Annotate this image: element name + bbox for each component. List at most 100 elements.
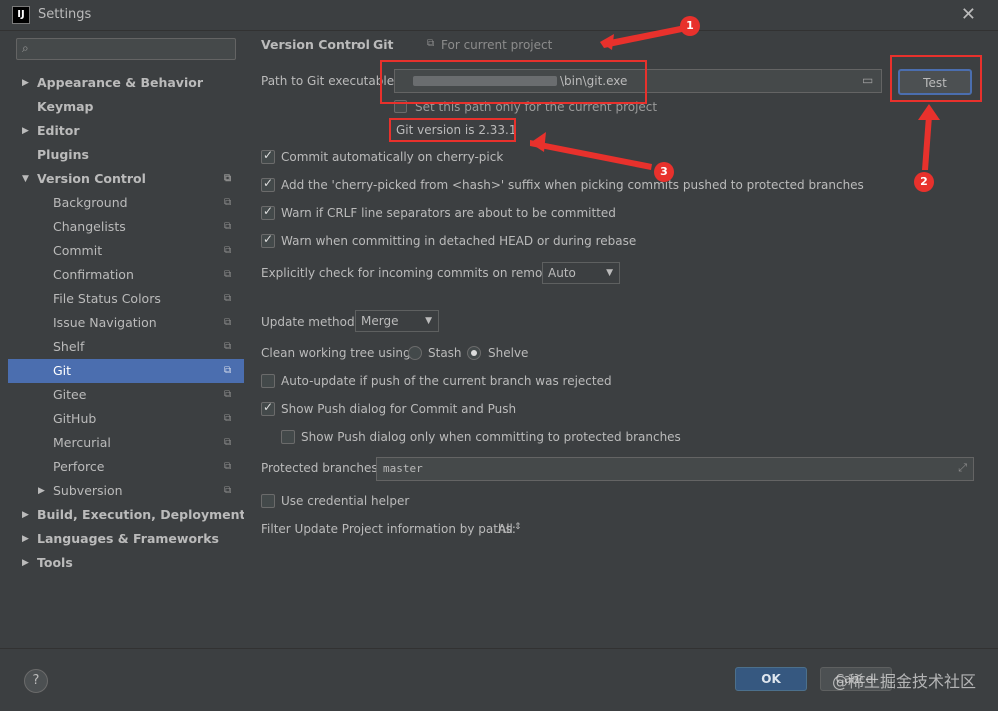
project-scope-icon: ⧉: [224, 389, 232, 400]
annotation-box-path: [380, 60, 647, 104]
sidebar-item-keymap[interactable]: Keymap: [8, 95, 244, 119]
settings-sidebar: ⌕ ▶ Appearance & Behavior Keymap ▶ Editor …: [8, 31, 245, 648]
sidebar-item-tools[interactable]: ▶ Tools: [8, 551, 244, 575]
shelve-label: Shelve: [488, 346, 529, 360]
dialog-footer: ? OK Cancel @稀土掘金技术社区: [0, 648, 998, 711]
sidebar-item-confirmation[interactable]: Confirmation ⧉: [8, 263, 244, 287]
sidebar-item-perforce[interactable]: Perforce ⧉: [8, 455, 244, 479]
auto-update-checkbox[interactable]: [261, 374, 275, 388]
add-suffix-label: Add the 'cherry-picked from <hash>' suff…: [281, 178, 864, 192]
help-button[interactable]: ?: [24, 669, 48, 693]
chevron-right-icon: ▶: [38, 486, 45, 496]
update-method-label: Update method:: [261, 315, 359, 329]
chevron-down-icon: ▼: [606, 268, 613, 278]
ok-button[interactable]: OK: [735, 667, 807, 691]
project-scope-icon: ⧉: [224, 365, 232, 376]
sidebar-item-languages[interactable]: ▶ Languages & Frameworks: [8, 527, 244, 551]
sidebar-item-subversion[interactable]: ▶ Subversion ⧉: [8, 479, 244, 503]
protected-branches-label: Protected branches:: [261, 461, 382, 475]
search-input[interactable]: ⌕: [16, 38, 236, 60]
watermark-text: @稀土掘金技术社区: [831, 672, 976, 691]
project-scope-icon: ⧉: [224, 461, 232, 472]
project-scope-icon: ⧉: [224, 221, 232, 232]
chevron-right-icon: ▶: [22, 78, 29, 88]
updown-icon: ⇕: [514, 522, 522, 532]
protected-branches-input[interactable]: master ⤢: [376, 457, 974, 481]
chevron-down-icon: ▼: [22, 174, 29, 184]
project-scope-icon: ⧉: [224, 413, 232, 424]
sidebar-item-file-status-colors[interactable]: File Status Colors ⧉: [8, 287, 244, 311]
project-scope-icon: ⧉: [224, 173, 232, 184]
commit-cherry-checkbox[interactable]: [261, 148, 275, 164]
sidebar-item-changelists[interactable]: Changelists ⧉: [8, 215, 244, 239]
update-method-select[interactable]: Merge ▼: [355, 310, 439, 332]
add-suffix-checkbox[interactable]: [261, 176, 275, 192]
git-path-label: Path to Git executable:: [261, 74, 399, 88]
annotation-badge-1: 1: [680, 16, 700, 36]
window-title: Settings: [38, 7, 92, 22]
project-scope-icon: ⧉: [224, 269, 232, 280]
commit-cherry-label: Commit automatically on cherry-pick: [281, 150, 504, 164]
stash-radio[interactable]: [408, 346, 422, 360]
filter-paths-label: Filter Update Project information by pat…: [261, 522, 516, 536]
project-scope-icon: ⧉: [224, 437, 232, 448]
filter-paths-select[interactable]: All: [498, 522, 513, 536]
sidebar-item-git[interactable]: Git ⧉: [8, 359, 244, 383]
clean-tree-label: Clean working tree using:: [261, 346, 415, 360]
sidebar-item-editor[interactable]: ▶ Editor: [8, 119, 244, 143]
folder-icon[interactable]: ▭: [862, 73, 873, 87]
sidebar-item-background[interactable]: Background ⧉: [8, 191, 244, 215]
sidebar-item-gitee[interactable]: Gitee ⧉: [8, 383, 244, 407]
sidebar-item-build[interactable]: ▶ Build, Execution, Deployment: [8, 503, 245, 527]
project-scope-icon: ⧉: [224, 485, 232, 496]
shelve-radio[interactable]: [467, 346, 481, 360]
chevron-down-icon: ▼: [425, 316, 432, 326]
auto-update-label: Auto-update if push of the current branc…: [281, 374, 612, 388]
breadcrumb-parent[interactable]: Version Control: [261, 37, 370, 52]
sidebar-item-appearance[interactable]: ▶ Appearance & Behavior: [8, 71, 244, 95]
search-icon: ⌕: [22, 41, 29, 55]
show-push-protected-label: Show Push dialog only when committing to…: [301, 430, 681, 444]
stash-label: Stash: [428, 346, 462, 360]
title-bar: IJ Settings ✕: [0, 0, 998, 31]
credential-helper-checkbox[interactable]: [261, 494, 275, 508]
project-scope-icon: ⧉: [224, 341, 232, 352]
warn-detached-checkbox[interactable]: [261, 232, 275, 248]
project-scope-icon: ⧉: [224, 317, 232, 328]
chevron-right-icon: ▶: [22, 558, 29, 568]
sidebar-item-github[interactable]: GitHub ⧉: [8, 407, 244, 431]
credential-helper-label: Use credential helper: [281, 494, 410, 508]
project-scope-icon: ⧉: [224, 293, 232, 304]
warn-detached-label: Warn when committing in detached HEAD or…: [281, 234, 637, 248]
sidebar-item-version-control[interactable]: ▼ Version Control ⧉: [8, 167, 244, 191]
annotation-box-version: [389, 118, 516, 142]
close-icon[interactable]: ✕: [961, 4, 976, 25]
warn-crlf-label: Warn if CRLF line separators are about t…: [281, 206, 616, 220]
sidebar-item-issue-navigation[interactable]: Issue Navigation ⧉: [8, 311, 244, 335]
sidebar-item-shelf[interactable]: Shelf ⧉: [8, 335, 244, 359]
warn-crlf-checkbox[interactable]: [261, 204, 275, 220]
check-incoming-label: Explicitly check for incoming commits on…: [261, 266, 565, 280]
sidebar-item-commit[interactable]: Commit ⧉: [8, 239, 244, 263]
expand-icon[interactable]: ⤢: [958, 461, 967, 475]
annotation-badge-2: 2: [914, 172, 934, 192]
sidebar-item-mercurial[interactable]: Mercurial ⧉: [8, 431, 244, 455]
annotation-badge-3: 3: [654, 162, 674, 182]
project-scope-icon: ⧉: [427, 38, 435, 49]
show-push-label: Show Push dialog for Commit and Push: [281, 402, 517, 416]
intellij-logo-icon: IJ: [12, 6, 30, 24]
chevron-right-icon: ▶: [22, 534, 29, 544]
breadcrumb-separator: ›: [356, 37, 362, 52]
scope-label: For current project: [441, 38, 553, 52]
sidebar-item-plugins[interactable]: Plugins: [8, 143, 244, 167]
show-push-checkbox[interactable]: [261, 400, 275, 416]
check-incoming-select[interactable]: Auto ▼: [542, 262, 620, 284]
show-push-protected-checkbox[interactable]: [281, 430, 295, 444]
chevron-right-icon: ▶: [22, 510, 29, 520]
git-settings-panel: Version Control › Git ⧉ For current proj…: [244, 31, 990, 648]
annotation-box-test: [890, 55, 982, 102]
project-scope-icon: ⧉: [224, 245, 232, 256]
chevron-right-icon: ▶: [22, 126, 29, 136]
breadcrumb-current: Git: [373, 37, 394, 52]
project-scope-icon: ⧉: [224, 197, 232, 208]
